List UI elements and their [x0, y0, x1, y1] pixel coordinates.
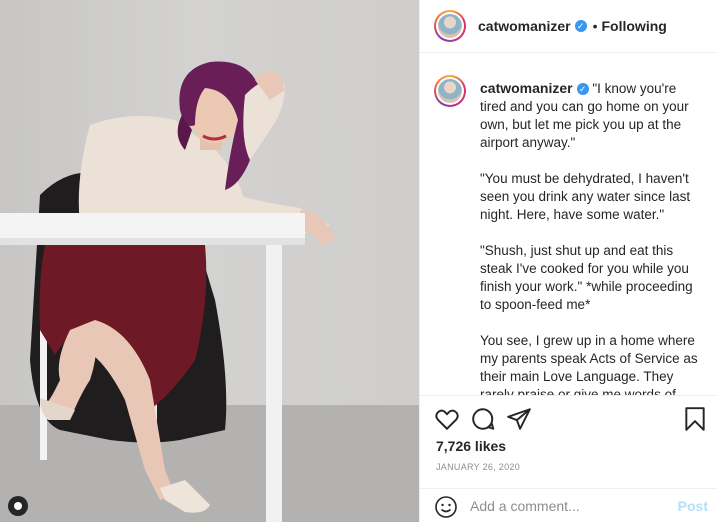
caption-text: catwomanizer ✓ "I know you're tired and y…: [480, 79, 698, 395]
comment-icon[interactable]: [470, 406, 496, 432]
caption-username[interactable]: catwomanizer: [480, 80, 573, 96]
post-panel: catwomanizer ✓ • Following catwomanizer ✓…: [419, 0, 717, 522]
following-button[interactable]: Following: [602, 18, 667, 34]
bookmark-icon[interactable]: [682, 406, 708, 432]
caption-avatar[interactable]: [434, 75, 466, 107]
post-date[interactable]: JANUARY 26, 2020: [436, 462, 520, 472]
user-tag-icon[interactable]: [8, 496, 28, 516]
likes-count[interactable]: 7,726 likes: [436, 438, 506, 454]
smiley-icon[interactable]: [434, 495, 458, 519]
caption-paragraph: You see, I grew up in a home where my pa…: [480, 333, 698, 395]
avatar[interactable]: [434, 10, 466, 42]
photo-illustration: [0, 61, 335, 522]
caption-section: catwomanizer ✓ "I know you're tired and y…: [420, 53, 717, 395]
heart-icon[interactable]: [434, 406, 460, 432]
action-bar: [420, 395, 717, 444]
post-header: catwomanizer ✓ • Following: [420, 0, 717, 53]
post-button[interactable]: Post: [678, 498, 708, 514]
comment-input[interactable]: Add a comment...: [470, 498, 580, 514]
caption-paragraph: "Shush, just shut up and eat this steak …: [480, 243, 693, 312]
header-username[interactable]: catwomanizer: [478, 18, 571, 34]
comment-bar: Add a comment... Post: [420, 488, 717, 523]
post-photo[interactable]: [0, 0, 419, 522]
share-icon[interactable]: [506, 406, 532, 432]
verified-check-icon: ✓: [574, 20, 587, 32]
verified-check-icon: ✓: [576, 83, 589, 96]
caption-paragraph: "You must be dehydrated, I haven't seen …: [480, 171, 691, 222]
separator-dot: •: [592, 18, 598, 34]
